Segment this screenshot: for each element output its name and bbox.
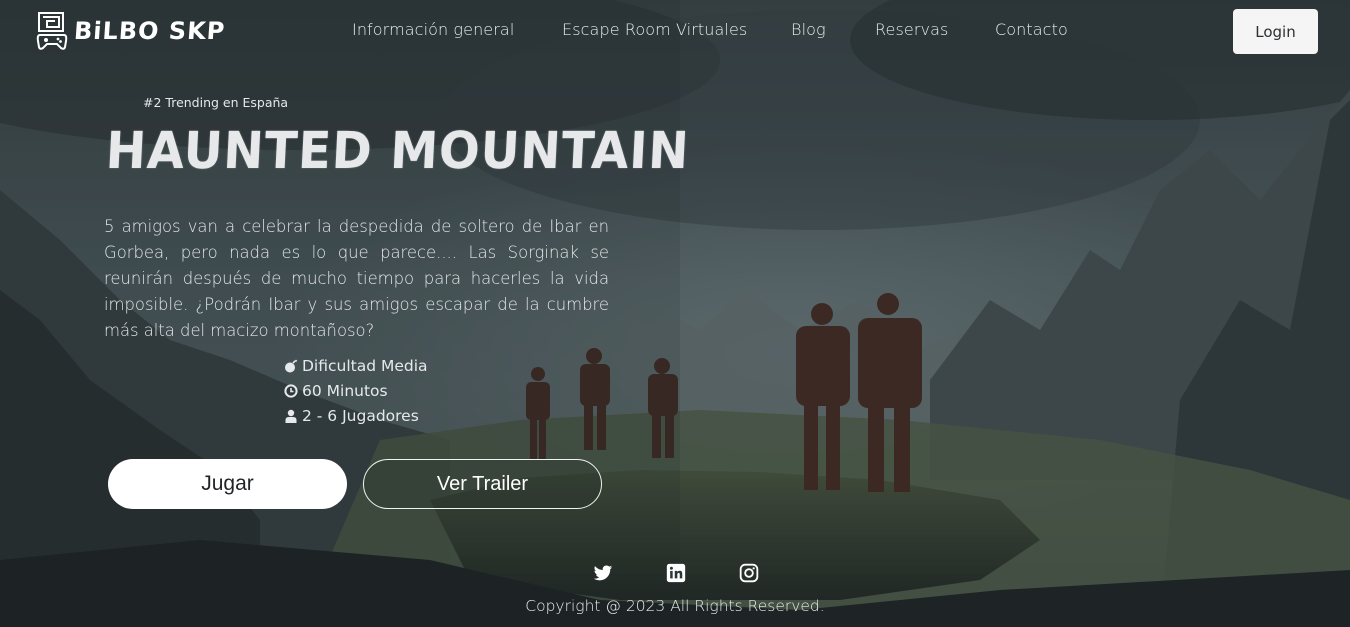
game-title: HAUNTED MOUNTAIN [104, 122, 691, 181]
nav-link-reservas[interactable]: Reservas [875, 20, 948, 39]
trending-badge: #2 Trending en España [143, 95, 289, 110]
feature-duration: 60 Minutos [283, 382, 388, 400]
linkedin-icon[interactable] [666, 563, 686, 583]
feature-players: 2 - 6 Jugadores [283, 407, 419, 425]
feature-players-text: 2 - 6 Jugadores [302, 407, 419, 425]
brand-logo[interactable]: BiLBO SKP [36, 11, 227, 51]
play-button[interactable]: Jugar [108, 459, 347, 509]
instagram-icon[interactable] [739, 563, 759, 583]
gamepad-maze-icon [36, 12, 68, 50]
nav-link-informacion-general[interactable]: Información general [352, 20, 514, 39]
nav-link-escape-room-virtuales[interactable]: Escape Room Virtuales [562, 20, 747, 39]
feature-difficulty: Dificultad Media [283, 357, 428, 375]
user-icon [283, 409, 298, 423]
feature-difficulty-text: Dificultad Media [302, 357, 428, 375]
watch-trailer-button[interactable]: Ver Trailer [363, 459, 602, 509]
nav-link-blog[interactable]: Blog [791, 20, 826, 39]
copyright-text: Copyright @ 2023 All Rights Reserved. [525, 597, 825, 615]
brand-name: BiLBO SKP [73, 17, 227, 45]
nav-link-contacto[interactable]: Contacto [995, 20, 1068, 39]
login-button[interactable]: Login [1233, 9, 1318, 54]
top-navigation: BiLBO SKP Información general Escape Roo… [0, 0, 1350, 64]
feature-duration-text: 60 Minutos [302, 382, 388, 400]
game-description: 5 amigos van a celebrar la despedida de … [104, 217, 609, 340]
twitter-icon[interactable] [593, 563, 613, 583]
clock-icon [283, 384, 298, 398]
bomb-icon [283, 359, 298, 373]
